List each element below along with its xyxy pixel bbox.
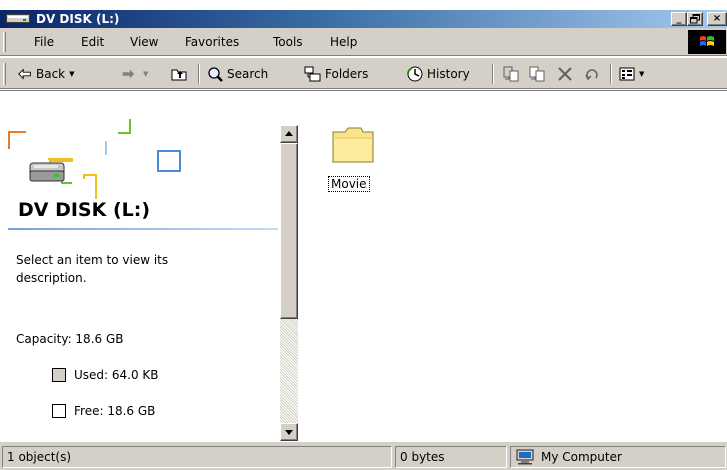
free-space-row: Free: 18.6 GB <box>52 404 155 418</box>
web-view-pane: DV DISK (L:) Select an item to view its … <box>8 119 278 441</box>
forward-arrow-icon <box>122 69 135 79</box>
up-button[interactable] <box>170 64 191 84</box>
move-to-icon <box>503 66 519 82</box>
menu-help[interactable]: Help <box>330 35 357 49</box>
arrow-down-icon <box>285 430 293 435</box>
undo-icon <box>585 69 598 81</box>
delete-button[interactable] <box>556 64 577 84</box>
used-space-swatch <box>52 368 66 382</box>
folder-item-movie[interactable]: Movie <box>326 126 380 196</box>
zone-label: My Computer <box>541 450 622 464</box>
windows-logo-box <box>688 30 726 54</box>
menu-tools[interactable]: Tools <box>273 35 303 49</box>
free-space-swatch <box>52 404 66 418</box>
free-space-label: Free: 18.6 GB <box>74 404 156 418</box>
delete-icon <box>558 67 572 81</box>
menu-edit[interactable]: Edit <box>81 35 104 49</box>
folders-button[interactable]: Folders <box>304 64 368 84</box>
status-size: 0 bytes <box>395 446 507 468</box>
menu-favorites[interactable]: Favorites <box>185 35 239 49</box>
restore-button[interactable] <box>687 12 703 26</box>
scroll-thumb[interactable] <box>280 143 298 319</box>
folder-label: Movie <box>328 176 370 192</box>
history-button[interactable]: History <box>406 64 470 84</box>
search-icon <box>208 67 223 82</box>
forward-dropdown-icon[interactable]: ▼ <box>143 70 148 78</box>
used-space-label: Used: 64.0 KB <box>74 368 159 382</box>
copy-to-icon <box>529 66 545 82</box>
up-folder-icon <box>171 69 187 81</box>
history-label: History <box>427 67 470 81</box>
views-button[interactable]: ▼ <box>618 64 644 84</box>
content-area: DV DISK (L:) Select an item to view its … <box>0 90 727 441</box>
standard-toolbar: Back ▼ ▼ Search Folders History ▼ <box>0 57 727 89</box>
hard-drive-icon <box>29 162 65 182</box>
menu-file[interactable]: File <box>34 35 54 49</box>
banner-divider <box>8 228 278 230</box>
scroll-up-button[interactable] <box>280 125 298 143</box>
copy-to-button[interactable] <box>528 64 549 84</box>
move-to-button[interactable] <box>502 64 523 84</box>
windows-flag-icon <box>700 36 714 46</box>
views-icon <box>619 67 635 81</box>
menubar-grip[interactable] <box>3 32 6 52</box>
back-button[interactable]: Back ▼ <box>17 64 75 84</box>
history-icon <box>407 66 423 82</box>
drive-title: DV DISK (L:) <box>18 199 151 221</box>
scroll-down-button[interactable] <box>280 423 298 441</box>
used-space-row: Used: 64.0 KB <box>52 368 159 382</box>
title-bar[interactable]: DV DISK (L:) _ × <box>0 0 727 28</box>
forward-button[interactable]: ▼ <box>120 64 148 84</box>
menu-bar: File Edit View Favorites Tools Help <box>0 28 727 56</box>
description-text: Select an item to view its description. <box>16 253 169 285</box>
menu-view[interactable]: View <box>130 35 158 49</box>
left-pane-scrollbar[interactable] <box>280 125 298 441</box>
toolbar-separator <box>492 64 494 84</box>
search-label: Search <box>227 67 269 81</box>
toolbar-separator <box>610 64 612 84</box>
capacity-text: Capacity: 18.6 GB <box>16 332 124 346</box>
views-dropdown-icon[interactable]: ▼ <box>639 70 644 78</box>
status-object-count: 1 object(s) <box>2 446 392 468</box>
folder-icon <box>332 127 374 163</box>
status-zone: My Computer <box>510 446 726 468</box>
toolbar-separator <box>198 64 200 84</box>
arrow-up-icon <box>285 131 293 136</box>
window-title: DV DISK (L:) <box>36 12 120 26</box>
toolbar-grip[interactable] <box>3 63 6 85</box>
back-label: Back <box>36 67 66 81</box>
back-arrow-icon <box>18 68 31 80</box>
search-button[interactable]: Search <box>206 64 268 84</box>
folders-icon <box>304 66 321 82</box>
folders-label: Folders <box>325 67 369 81</box>
back-dropdown-icon[interactable]: ▼ <box>69 70 74 78</box>
minimize-button[interactable]: _ <box>671 12 687 26</box>
close-button[interactable]: × <box>707 12 727 26</box>
my-computer-icon <box>516 449 534 465</box>
drive-icon <box>6 14 30 23</box>
status-bar: 1 object(s) 0 bytes My Computer <box>0 441 727 470</box>
restore-icon <box>690 14 700 24</box>
undo-button[interactable] <box>584 64 605 84</box>
